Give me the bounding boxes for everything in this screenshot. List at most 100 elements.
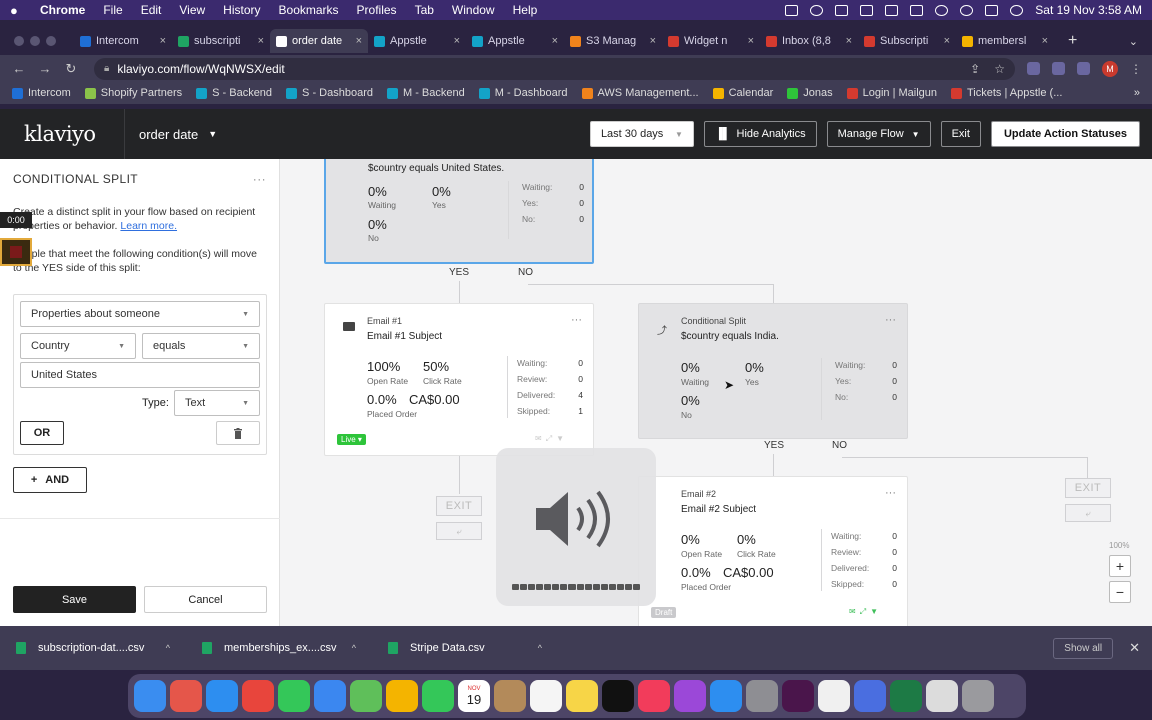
dock-messages-icon[interactable]: [278, 680, 310, 712]
tab-close-icon[interactable]: ×: [1042, 35, 1048, 47]
menu-file[interactable]: File: [103, 3, 122, 17]
bookmark-item[interactable]: M - Backend: [386, 87, 465, 99]
bookmark-item[interactable]: Calendar: [712, 87, 773, 99]
close-downloads-icon[interactable]: ✕: [1129, 640, 1140, 656]
property-select[interactable]: Country ▼: [20, 333, 136, 359]
chevron-up-icon[interactable]: ^: [352, 643, 356, 653]
conditional-split-node-us[interactable]: $country equals United States. 0% Waitin…: [324, 159, 594, 264]
tab-close-icon[interactable]: ×: [944, 35, 950, 47]
minimize-window-icon[interactable]: [30, 36, 40, 46]
menu-help[interactable]: Help: [513, 3, 538, 17]
dock-finder-icon[interactable]: [134, 680, 166, 712]
dock-safari-icon[interactable]: [206, 680, 238, 712]
chevron-up-icon[interactable]: ^: [166, 643, 170, 653]
info-icon[interactable]: [835, 4, 849, 16]
dimension-select[interactable]: Properties about someone ▼: [20, 301, 260, 327]
node-more-icon[interactable]: ···: [885, 487, 896, 499]
email-node-2[interactable]: Email #2 Email #2 Subject ··· 0% Open Ra…: [638, 476, 908, 626]
control-center-icon[interactable]: [985, 4, 999, 16]
browser-tab[interactable]: order date ×: [270, 29, 368, 53]
exit-button[interactable]: Exit: [940, 121, 981, 147]
back-arrow-icon[interactable]: ←: [10, 61, 28, 76]
and-button[interactable]: + AND: [13, 467, 87, 493]
dock-podcasts-icon[interactable]: [674, 680, 706, 712]
more-options-icon[interactable]: ···: [253, 172, 266, 186]
siri-icon[interactable]: [1010, 4, 1024, 16]
zoom-in-button[interactable]: +: [1109, 555, 1131, 577]
dock-textedit-icon[interactable]: [818, 680, 850, 712]
apple-icon[interactable]: ●: [10, 3, 24, 18]
tab-close-icon[interactable]: ×: [356, 35, 362, 47]
tab-close-icon[interactable]: ×: [552, 35, 558, 47]
browser-menu-icon[interactable]: ⋮: [1130, 62, 1142, 76]
cancel-button[interactable]: Cancel: [144, 586, 267, 613]
spotlight-icon[interactable]: [960, 4, 974, 16]
reload-icon[interactable]: ↻: [62, 61, 80, 77]
type-select[interactable]: Text ▼: [174, 390, 260, 416]
bookmark-item[interactable]: AWS Management...: [581, 87, 699, 99]
bookmark-item[interactable]: Jonas: [787, 87, 833, 99]
conditional-split-node-india[interactable]: ⤴ Conditional Split $country equals Indi…: [638, 303, 908, 439]
chevron-up-icon[interactable]: ^: [538, 643, 542, 653]
manage-flow-button[interactable]: Manage Flow ▼: [826, 121, 931, 147]
download-item[interactable]: subscription-dat....csv ^: [0, 642, 186, 654]
dock-facetime-icon[interactable]: [422, 680, 454, 712]
dock-slack-icon[interactable]: [782, 680, 814, 712]
share-icon[interactable]: ⇪: [970, 62, 980, 76]
value-input[interactable]: United States: [20, 362, 260, 388]
email-node-1[interactable]: Email #1 Email #1 Subject ··· 100% Open …: [324, 303, 594, 456]
bookmarks-overflow-icon[interactable]: »: [1134, 87, 1140, 99]
dock-photos-icon[interactable]: [386, 680, 418, 712]
browser-tab[interactable]: Appstle ×: [466, 29, 564, 53]
extension-2-icon[interactable]: [1077, 62, 1090, 75]
bookmark-item[interactable]: S - Dashboard: [286, 87, 373, 99]
tab-close-icon[interactable]: ×: [748, 35, 754, 47]
menu-view[interactable]: View: [179, 3, 205, 17]
email-action-icons[interactable]: ✉⤢▼: [535, 434, 568, 444]
url-text[interactable]: klaviyo.com/flow/WqNWSX/edit: [117, 62, 284, 76]
download-item[interactable]: Stripe Data.csv ^: [372, 642, 558, 654]
browser-tab[interactable]: subscripti ×: [172, 29, 270, 53]
extensions-puzzle-icon[interactable]: [1052, 62, 1065, 75]
dock-contacts-icon[interactable]: [494, 680, 526, 712]
dock-music-icon[interactable]: [638, 680, 670, 712]
zoom-window-icon[interactable]: [46, 36, 56, 46]
dock-mail-icon[interactable]: [314, 680, 346, 712]
lock-icon[interactable]: 🔒︎: [104, 63, 109, 74]
forward-arrow-icon[interactable]: →: [36, 61, 54, 76]
address-bar[interactable]: 🔒︎ klaviyo.com/flow/WqNWSX/edit ⇪ ☆: [94, 57, 1015, 80]
browser-tab[interactable]: Subscripti ×: [858, 29, 956, 53]
browser-tab[interactable]: membersl ×: [956, 29, 1054, 53]
dock-calendar-icon[interactable]: NOV 19: [458, 680, 490, 712]
menu-app-name[interactable]: Chrome: [40, 3, 85, 17]
zoom-out-button[interactable]: −: [1109, 581, 1131, 603]
tab-close-icon[interactable]: ×: [160, 35, 166, 47]
bookmark-item[interactable]: S - Backend: [196, 87, 272, 99]
flow-canvas[interactable]: $country equals United States. 0% Waitin…: [280, 159, 1152, 626]
dock-reminders-icon[interactable]: [530, 680, 562, 712]
dock-launchpad-icon[interactable]: [170, 680, 202, 712]
bookmark-item[interactable]: Shopify Partners: [84, 87, 182, 99]
menubar-clock[interactable]: Sat 19 Nov 3:58 AM: [1035, 3, 1142, 17]
show-all-downloads-button[interactable]: Show all: [1053, 637, 1114, 659]
menu-profiles[interactable]: Profiles: [357, 3, 397, 17]
update-action-statuses-button[interactable]: Update Action Statuses: [990, 121, 1140, 147]
tab-search-chevron-icon[interactable]: ⌄: [1129, 35, 1138, 48]
volume-icon[interactable]: [860, 4, 874, 16]
learn-more-link[interactable]: Learn more.: [120, 220, 177, 232]
menu-history[interactable]: History: [223, 3, 260, 17]
klaviyo-logo[interactable]: klaviyo: [0, 109, 125, 159]
menu-edit[interactable]: Edit: [141, 3, 162, 17]
browser-tab[interactable]: Widget n ×: [662, 29, 760, 53]
or-button[interactable]: OR: [20, 421, 64, 445]
browser-tab[interactable]: Intercom ×: [74, 29, 172, 53]
menu-bookmarks[interactable]: Bookmarks: [279, 3, 339, 17]
pen-icon[interactable]: [785, 4, 799, 16]
email-action-icons[interactable]: ✉⤢▼: [849, 607, 882, 617]
dock-chrome-icon[interactable]: [242, 680, 274, 712]
menu-window[interactable]: Window: [452, 3, 495, 17]
recording-stop-button[interactable]: [0, 238, 32, 266]
dock-maps-icon[interactable]: [350, 680, 382, 712]
tab-close-icon[interactable]: ×: [258, 35, 264, 47]
wifi-icon[interactable]: [935, 4, 949, 16]
